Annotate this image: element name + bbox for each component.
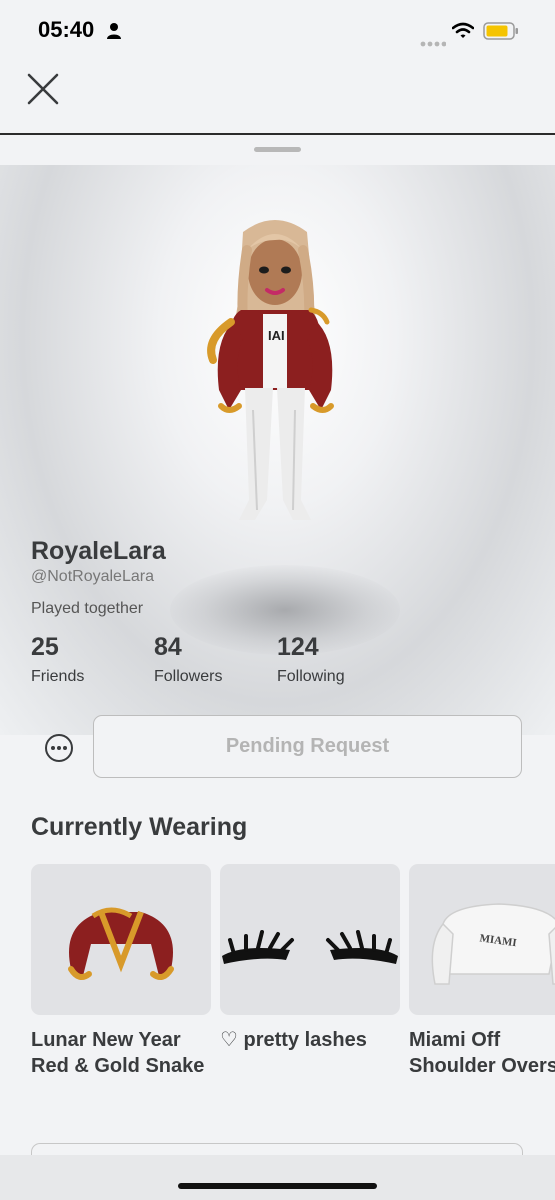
stat-label: Followers xyxy=(154,668,223,685)
status-bar: 05:40 xyxy=(0,0,555,60)
section-title: Currently Wearing xyxy=(31,813,248,841)
stat-value: 124 xyxy=(277,633,319,661)
stat-label: Friends xyxy=(31,668,85,685)
wearing-item[interactable]: Lunar New Year Red & Gold Snake xyxy=(31,864,211,1079)
stat-label: Following xyxy=(277,668,345,685)
drag-handle[interactable] xyxy=(254,147,301,152)
followers-stat[interactable]: 84 Followers xyxy=(154,633,222,686)
jacket-thumbnail xyxy=(31,864,211,1015)
display-name: RoyaleLara xyxy=(31,537,166,565)
battery-icon xyxy=(483,22,519,45)
lashes-thumbnail xyxy=(220,864,400,1015)
following-stat[interactable]: 124 Following xyxy=(277,633,345,686)
wearing-item[interactable]: MIAMI Miami Off Shoulder Overs xyxy=(409,864,555,1079)
item-name: ♡ pretty lashes xyxy=(220,1029,367,1051)
signal-icon xyxy=(420,34,447,52)
relation-label: Played together xyxy=(31,600,144,617)
stat-value: 25 xyxy=(31,633,59,661)
home-indicator[interactable] xyxy=(178,1183,377,1189)
person-icon xyxy=(106,22,122,45)
username: @NotRoyaleLara xyxy=(31,568,154,585)
wearing-item[interactable]: ♡ pretty lashes xyxy=(220,864,400,1053)
close-icon[interactable] xyxy=(24,70,62,108)
item-name: Lunar New Year Red & Gold Snake xyxy=(31,1029,205,1077)
top-nav xyxy=(0,60,555,135)
item-name: Miami Off Shoulder Overs xyxy=(409,1029,555,1077)
profile-sheet: IAI RoyaleLara @NotRoyaleLara Played tog… xyxy=(0,135,555,1200)
svg-text:IAI: IAI xyxy=(268,328,285,343)
avatar-image: IAI xyxy=(207,220,334,520)
pending-request-button[interactable]: Pending Request xyxy=(93,715,522,778)
wifi-icon xyxy=(451,22,475,44)
sweater-thumbnail: MIAMI xyxy=(409,864,555,1015)
friends-stat[interactable]: 25 Friends xyxy=(31,633,84,686)
stat-value: 84 xyxy=(154,633,182,661)
more-options-icon[interactable] xyxy=(44,733,74,763)
home-bar-area xyxy=(0,1155,555,1200)
status-time: 05:40 xyxy=(38,17,95,42)
